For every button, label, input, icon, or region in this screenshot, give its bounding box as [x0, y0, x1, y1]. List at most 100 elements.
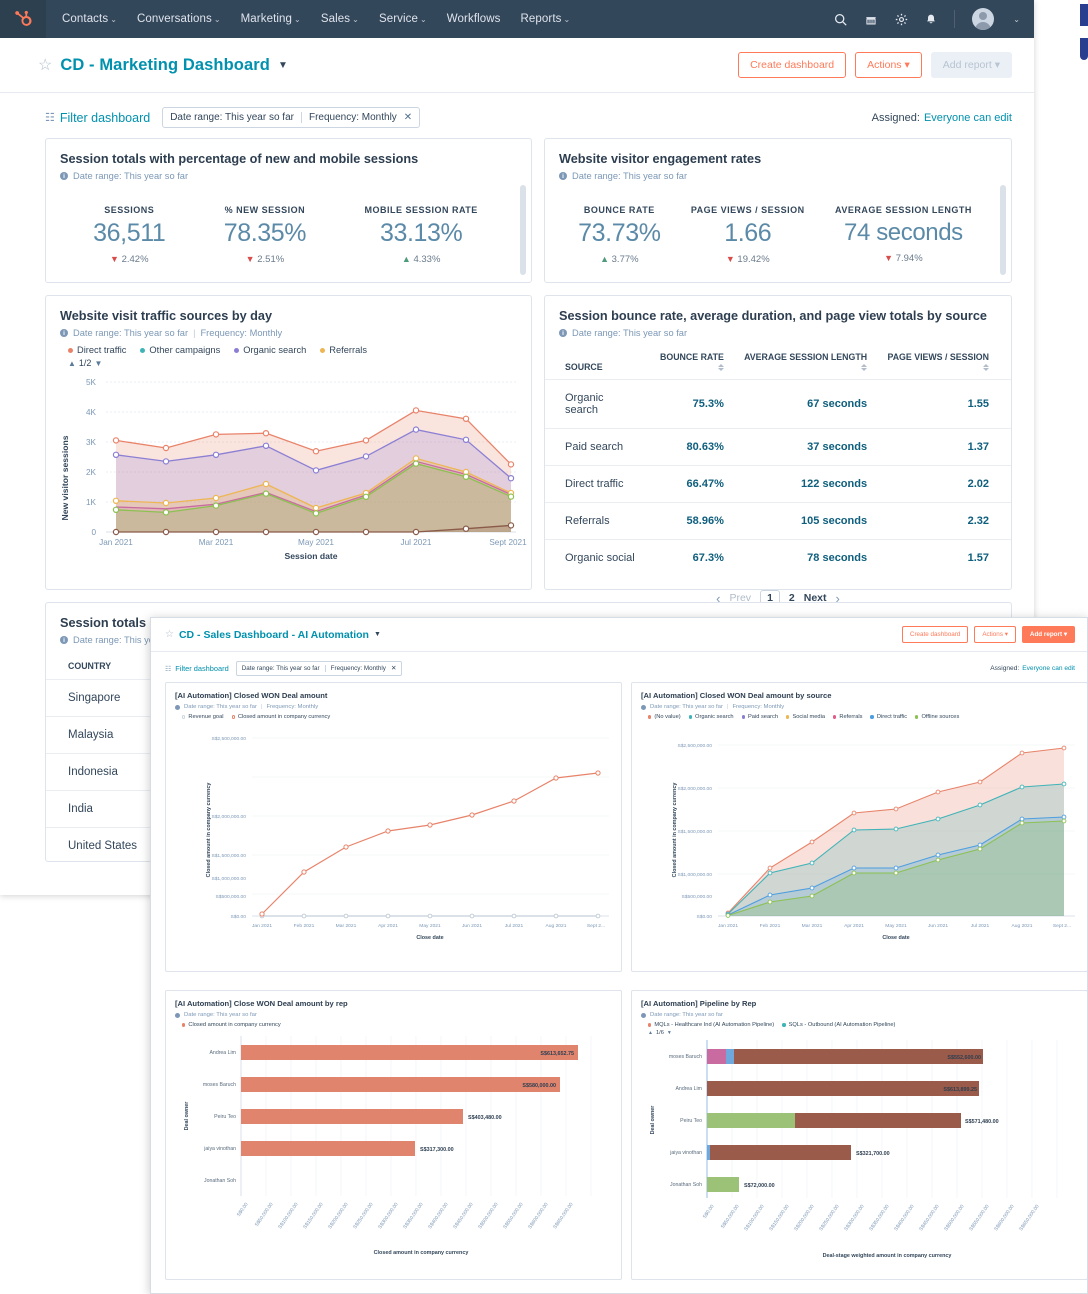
legend-color-dot [786, 715, 789, 718]
filter-icon[interactable]: ▼ [667, 1030, 672, 1036]
svg-text:New visitor sessions: New visitor sessions [60, 435, 70, 520]
actions-button[interactable]: Actions ▾ [855, 52, 922, 78]
traffic-sources-area-chart[interactable]: 5K 4K 3K 2K 1K 0 New visitor sessions [46, 368, 531, 563]
column-bounce-rate[interactable]: BOUNCE RATE [645, 345, 730, 380]
chevron-down-icon[interactable]: ▼ [374, 631, 381, 638]
create-dashboard-button[interactable]: Create dashboard [738, 52, 846, 78]
legend-item-direct-traffic[interactable]: Direct traffic [870, 714, 907, 720]
chevron-down-icon[interactable]: ▼ [278, 60, 288, 71]
svg-text:May 2021: May 2021 [298, 538, 334, 547]
arrow-up-icon[interactable]: ▲ [648, 1030, 653, 1036]
assigned-value[interactable]: Everyone can edit [924, 112, 1012, 124]
legend-page-indicator: 1/6 [656, 1030, 664, 1036]
legend-item-paid-search[interactable]: Paid search [742, 714, 778, 720]
svg-text:Jonathan Soh: Jonathan Soh [670, 1182, 702, 1188]
cell-bounce: 67.3% [645, 540, 730, 577]
assigned-value[interactable]: Everyone can edit [1022, 665, 1075, 672]
closed-won-line-chart[interactable]: S$2,500,000.00 S$2,000,000.00 S$1,500,00… [166, 720, 621, 953]
nav-item-service[interactable]: Service⌄ [379, 13, 427, 25]
arrow-up-icon[interactable]: ▲ [68, 359, 76, 368]
card-subtitle: i Date range: This year so far | Frequen… [46, 323, 531, 338]
legend-item-social-media[interactable]: Social media [786, 714, 825, 720]
scrollbar-thumb[interactable] [1000, 185, 1006, 275]
hubspot-logo[interactable] [0, 0, 46, 38]
page-title[interactable]: CD - Marketing Dashboard [60, 56, 270, 75]
card-subtitle: Date range: This year so far | Frequency… [632, 700, 1087, 710]
chevron-down-icon: ⌄ [110, 15, 117, 24]
legend-item-sqls[interactable]: SQLs - Outbound (AI Automation Pipeline) [782, 1022, 895, 1028]
active-filter-chip[interactable]: Date range: This year so far Frequency: … [236, 661, 403, 676]
filter-dashboard-link[interactable]: Filter dashboard [175, 664, 228, 673]
table-row[interactable]: Paid search80.63%37 seconds1.37 [545, 429, 1011, 466]
svg-text:S$150,000.00: S$150,000.00 [768, 1203, 791, 1232]
svg-text:S$500,000.00: S$500,000.00 [477, 1201, 500, 1230]
avatar[interactable] [972, 8, 994, 30]
kpi-label: SESSIONS [93, 205, 165, 215]
scrollbar-thumb[interactable] [520, 185, 526, 275]
create-dashboard-button[interactable]: Create dashboard [902, 626, 968, 643]
svg-text:S$600,000.00: S$600,000.00 [993, 1203, 1016, 1232]
card-title: [AI Automation] Pipeline by Rep [632, 991, 1087, 1008]
cell-source: Paid search [545, 429, 645, 466]
svg-text:Closed amount in company curre: Closed amount in company currency [206, 783, 212, 878]
legend-item-referrals[interactable]: Referrals [833, 714, 862, 720]
chart-legend: (No value) Organic search Paid search So… [632, 710, 1087, 720]
actions-button[interactable]: Actions ▾ [974, 626, 1016, 643]
search-icon[interactable] [834, 13, 847, 26]
cell-length: 105 seconds [730, 503, 873, 540]
bell-icon[interactable] [925, 13, 937, 26]
legend-item-referrals[interactable]: Referrals [320, 345, 367, 355]
pipeline-by-rep-stacked-bar-chart[interactable]: Deal owner moses Baruch S$552,600.00 And… [632, 1036, 1087, 1268]
add-report-button[interactable]: Add report ▾ [1022, 626, 1075, 643]
legend-label: (No value) [654, 714, 680, 720]
info-icon [641, 705, 646, 710]
table-row[interactable]: Organic search75.3%67 seconds1.55 [545, 380, 1011, 429]
close-icon[interactable]: ✕ [404, 112, 412, 123]
add-report-label: Add report [1030, 631, 1062, 638]
nav-item-reports[interactable]: Reports⌄ [521, 13, 571, 25]
add-report-button[interactable]: Add report ▾ [931, 52, 1012, 78]
nav-item-workflows[interactable]: Workflows [447, 13, 501, 25]
closed-won-by-source-area-chart[interactable]: S$2,500,000.00 S$2,000,000.00 S$1,500,00… [632, 720, 1087, 953]
subtitle-divider: | [193, 328, 195, 338]
arrow-down-icon[interactable]: ▼ [94, 359, 102, 368]
star-outline-icon[interactable]: ☆ [38, 55, 52, 75]
table-row[interactable]: Direct traffic66.47%122 seconds2.02 [545, 466, 1011, 503]
legend-item-no-value[interactable]: (No value) [648, 714, 681, 720]
table-row[interactable]: Organic social67.3%78 seconds1.57 [545, 540, 1011, 577]
legend-item-closed-amount[interactable]: Closed amount in company currency [232, 714, 331, 720]
kpi-mobile-session-rate: MOBILE SESSION RATE 33.13% ▲ 4.33% [364, 205, 477, 265]
legend-item-closed-amount[interactable]: Closed amount in company currency [182, 1022, 281, 1028]
active-filter-chip[interactable]: Date range: This year so far Frequency: … [162, 107, 420, 128]
legend-label: SQLs - Outbound (AI Automation Pipeline) [789, 1022, 896, 1028]
filter-dashboard-link[interactable]: Filter dashboard [60, 111, 150, 125]
sort-icon[interactable] [861, 364, 867, 371]
legend-item-direct-traffic[interactable]: Direct traffic [68, 345, 126, 355]
nav-item-sales[interactable]: Sales⌄ [321, 13, 359, 25]
legend-item-mqls[interactable]: MQLs - Healthcare Ind (AI Automation Pip… [648, 1022, 774, 1028]
marketplace-icon[interactable] [864, 13, 878, 26]
nav-item-marketing[interactable]: Marketing⌄ [241, 13, 301, 25]
legend-item-offline-sources[interactable]: Offline sources [915, 714, 959, 720]
star-outline-icon[interactable]: ☆ [165, 629, 174, 640]
nav-item-conversations[interactable]: Conversations⌄ [137, 13, 221, 25]
table-row[interactable]: Referrals58.96%105 seconds2.32 [545, 503, 1011, 540]
svg-text:S$0.00: S$0.00 [696, 914, 712, 920]
legend-item-organic-search[interactable]: Organic search [234, 345, 306, 355]
column-page-views-session[interactable]: PAGE VIEWS / SESSION [873, 345, 1011, 380]
svg-text:S$50,000.00: S$50,000.00 [254, 1201, 275, 1227]
sales-page-title[interactable]: CD - Sales Dashboard - AI Automation [179, 629, 369, 641]
legend-item-other-campaigns[interactable]: Other campaigns [140, 345, 220, 355]
nav-item-contacts[interactable]: Contacts⌄ [62, 13, 117, 25]
chevron-down-icon[interactable]: ⌄ [1013, 15, 1020, 24]
sort-icon[interactable] [983, 364, 989, 371]
column-avg-session-length[interactable]: AVERAGE SESSION LENGTH [730, 345, 873, 380]
gear-icon[interactable] [895, 13, 908, 26]
close-icon[interactable]: ✕ [391, 665, 396, 672]
column-source[interactable]: SOURCE [545, 345, 645, 380]
sort-icon[interactable] [718, 364, 724, 371]
legend-page-indicator: 1/2 [79, 358, 92, 368]
legend-item-organic-search[interactable]: Organic search [689, 714, 734, 720]
legend-item-revenue-goal[interactable]: Revenue goal [182, 714, 224, 720]
closed-won-by-rep-bar-chart[interactable]: Deal owner Andrea Lim S$613,652.75 moses… [166, 1028, 621, 1268]
